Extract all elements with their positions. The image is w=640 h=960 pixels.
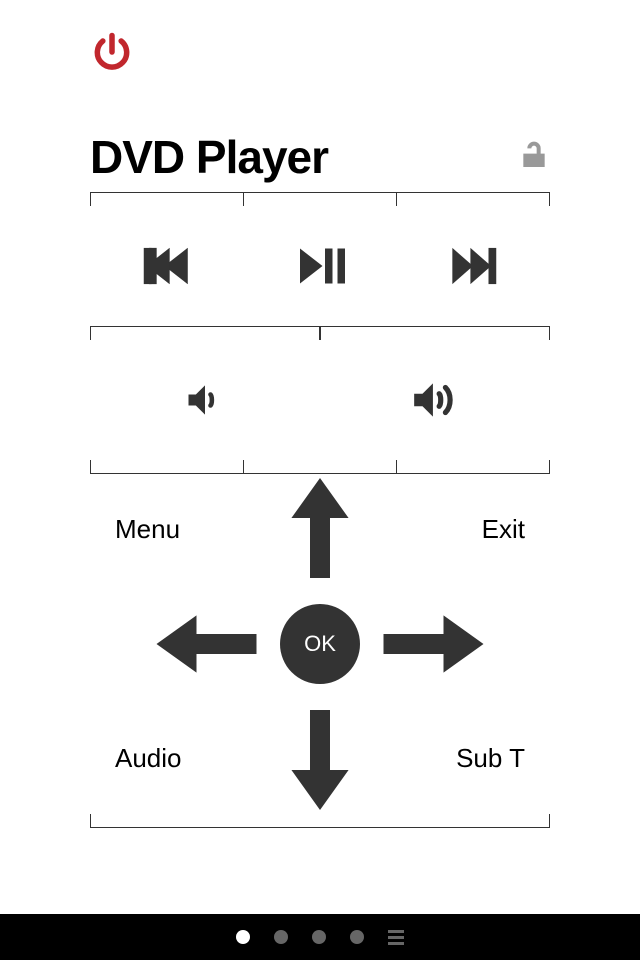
ok-button[interactable]: OK <box>280 604 360 684</box>
pager <box>0 914 640 960</box>
arrow-right-button[interactable] <box>379 615 484 673</box>
next-button[interactable] <box>397 235 550 297</box>
group-divider <box>90 460 550 474</box>
arrow-up-button[interactable] <box>291 478 349 583</box>
power-button[interactable] <box>90 30 550 79</box>
arrow-down-button[interactable] <box>291 705 349 810</box>
exit-button[interactable]: Exit <box>482 514 525 545</box>
previous-button[interactable] <box>90 235 243 297</box>
group-divider <box>90 192 550 206</box>
volume-row <box>90 340 550 460</box>
play-pause-button[interactable] <box>243 236 396 296</box>
transport-row <box>90 206 550 326</box>
group-divider <box>90 326 550 340</box>
volume-up-button[interactable] <box>320 375 550 425</box>
dpad: Menu Exit Audio Sub T OK <box>90 484 550 804</box>
pager-menu-icon[interactable] <box>388 930 404 945</box>
arrow-left-button[interactable] <box>157 615 262 673</box>
pager-dot-1[interactable] <box>236 930 250 944</box>
lock-icon[interactable] <box>518 139 550 176</box>
volume-down-button[interactable] <box>90 378 320 422</box>
pager-dot-2[interactable] <box>274 930 288 944</box>
pager-dot-4[interactable] <box>350 930 364 944</box>
header <box>90 30 550 100</box>
page-title: DVD Player <box>90 130 328 184</box>
subtitle-button[interactable]: Sub T <box>456 743 525 774</box>
group-divider <box>90 814 550 828</box>
menu-button[interactable]: Menu <box>115 514 180 545</box>
pager-dot-3[interactable] <box>312 930 326 944</box>
remote-panel: DVD Player Menu E <box>0 0 640 914</box>
audio-button[interactable]: Audio <box>115 743 182 774</box>
title-row: DVD Player <box>90 130 550 184</box>
